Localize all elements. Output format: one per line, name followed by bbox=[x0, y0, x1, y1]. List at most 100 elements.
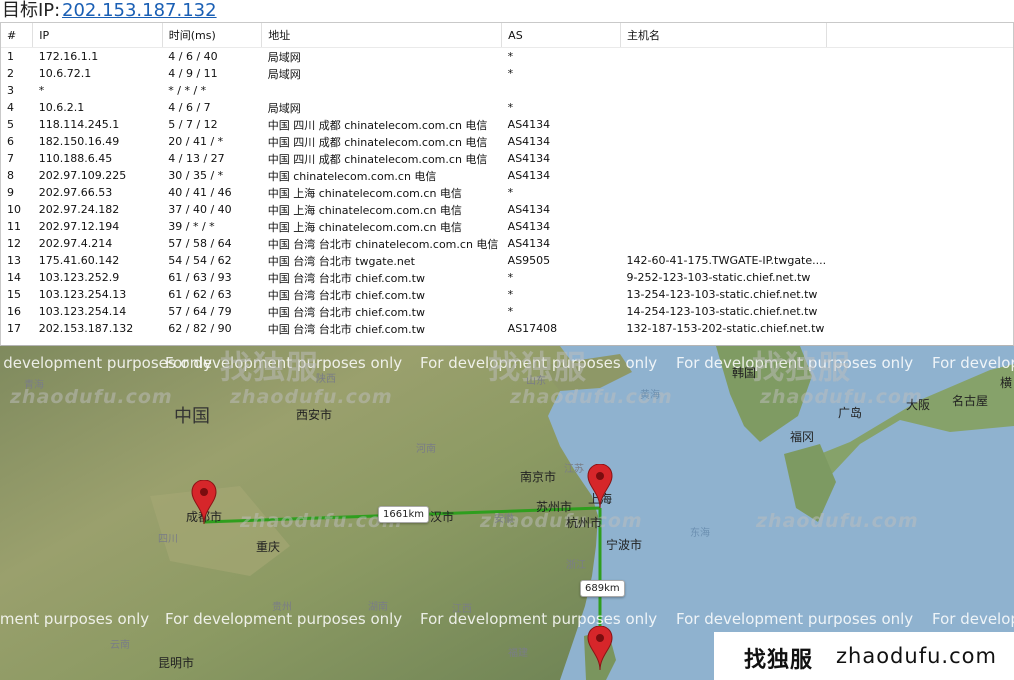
cell-time: 4 / 13 / 27 bbox=[168, 152, 225, 165]
cell-address: 中国 上海 chinatelecom.com.cn 电信 bbox=[267, 203, 462, 217]
table-row[interactable]: 14 103.123.252.9 61 / 63 / 93 中国 台湾 台北市 chi… bbox=[1, 269, 1013, 286]
traceroute-table-panel: # IP 时间(ms) 地址 AS 主机名 1 172.16.1.1 4 / 6 /… bbox=[0, 22, 1014, 346]
target-ip-link[interactable]: 202.153.187.132 bbox=[62, 0, 217, 22]
cell-time: 57 / 58 / 64 bbox=[168, 237, 232, 250]
table-row[interactable]: 10 202.97.24.182 37 / 40 / 40 中国 上海 chinate… bbox=[1, 201, 1013, 218]
cell-hostname bbox=[621, 167, 827, 184]
cell-padding bbox=[826, 286, 1013, 303]
province-label-henan: 河南 bbox=[416, 444, 436, 455]
header: 目标IP: 202.153.187.132 bbox=[0, 0, 1014, 22]
col-header-address[interactable]: 地址 bbox=[261, 23, 503, 48]
table-row[interactable]: 5 118.114.245.1 5 / 7 / 12 中国 四川 成都 chinate… bbox=[1, 116, 1013, 133]
cell-address: 中国 台湾 台北市 chief.com.tw bbox=[267, 305, 425, 319]
sea-label-yellow-sea: 黄海 bbox=[640, 390, 660, 401]
cell-padding bbox=[826, 269, 1013, 286]
cell-as: * bbox=[507, 186, 514, 199]
table-row[interactable]: 15 103.123.254.13 61 / 62 / 63 中国 台湾 台北市 ch… bbox=[1, 286, 1013, 303]
table-row[interactable]: 7 110.188.6.45 4 / 13 / 27 中国 四川 成都 chinate… bbox=[1, 150, 1013, 167]
cell-hop-index: 2 bbox=[7, 67, 14, 80]
province-label-hunan: 湖南 bbox=[368, 602, 388, 613]
table-row[interactable]: 9 202.97.66.53 40 / 41 / 46 中国 上海 chinatele… bbox=[1, 184, 1013, 201]
province-label-anhui: 安徽 bbox=[494, 514, 514, 525]
table-row[interactable]: 16 103.123.254.14 57 / 64 / 79 中国 台湾 台北市 ch… bbox=[1, 303, 1013, 320]
province-label-qinghai: 青海 bbox=[24, 380, 44, 391]
cell-address: 中国 台湾 台北市 twgate.net bbox=[267, 254, 415, 268]
cell-hostname bbox=[621, 150, 827, 167]
cell-padding bbox=[826, 201, 1013, 218]
cell-address: 中国 台湾 台北市 chief.com.tw bbox=[267, 271, 425, 285]
city-label-kunming: 昆明市 bbox=[158, 656, 195, 670]
table-row[interactable]: 2 10.6.72.1 4 / 9 / 11 局域网 * bbox=[1, 65, 1013, 82]
city-label-suzhou: 苏州市 bbox=[536, 500, 573, 514]
logo-watermark: 找独服 bbox=[752, 348, 852, 386]
site-logo-en: zhaodufu.com bbox=[836, 644, 997, 668]
cell-time: 61 / 62 / 63 bbox=[168, 288, 232, 301]
cell-hostname: 9-252-123-103-static.chief.net.tw bbox=[626, 271, 811, 284]
map-pin-taipei[interactable] bbox=[587, 626, 613, 674]
table-row[interactable]: 13 175.41.60.142 54 / 54 / 62 中国 台湾 台北市 twg… bbox=[1, 252, 1013, 269]
cell-as: * bbox=[507, 67, 514, 80]
cell-time: * / * / * bbox=[168, 84, 207, 97]
cell-address bbox=[262, 82, 502, 99]
table-row[interactable]: 3 * * / * / * bbox=[1, 82, 1013, 99]
dev-watermark: For development purposes only bbox=[932, 610, 1014, 628]
col-header-empty bbox=[826, 23, 1013, 48]
col-header-hostname[interactable]: 主机名 bbox=[620, 23, 827, 48]
cell-padding bbox=[826, 65, 1013, 82]
cell-hostname bbox=[621, 116, 827, 133]
cell-padding bbox=[826, 252, 1013, 269]
cell-ip: 202.97.66.53 bbox=[38, 186, 113, 199]
cell-ip: 182.150.16.49 bbox=[38, 135, 120, 148]
cell-hop-index: 1 bbox=[7, 50, 14, 63]
table-row[interactable]: 17 202.153.187.132 62 / 82 / 90 中国 台湾 台北市 c… bbox=[1, 320, 1013, 337]
cell-time: 4 / 6 / 7 bbox=[168, 101, 211, 114]
cell-padding bbox=[826, 82, 1013, 99]
cell-address: 局域网 bbox=[267, 50, 301, 64]
table-row[interactable]: 6 182.150.16.49 20 / 41 / * 中国 四川 成都 chinat… bbox=[1, 133, 1013, 150]
col-header-time[interactable]: 时间(ms) bbox=[162, 23, 263, 48]
cell-time: 39 / * / * bbox=[168, 220, 215, 233]
map-pin-shanghai[interactable] bbox=[587, 464, 613, 512]
cell-hop-index: 12 bbox=[7, 237, 21, 250]
cell-ip: 175.41.60.142 bbox=[38, 254, 120, 267]
dev-watermark: For development purposes only bbox=[0, 610, 150, 628]
cell-ip: 118.114.245.1 bbox=[38, 118, 120, 131]
cell-address: 中国 台湾 台北市 chief.com.tw bbox=[267, 288, 425, 302]
cell-as: * bbox=[507, 288, 514, 301]
cell-hop-index: 14 bbox=[7, 271, 21, 284]
cell-as bbox=[502, 82, 621, 99]
route-map[interactable]: For development purposes only For develo… bbox=[0, 346, 1014, 680]
province-label-guizhou: 贵州 bbox=[272, 602, 292, 613]
map-pin-chengdu[interactable] bbox=[191, 480, 217, 528]
cell-address: 中国 上海 chinatelecom.com.cn 电信 bbox=[267, 186, 462, 200]
table-row[interactable]: 1 172.16.1.1 4 / 6 / 40 局域网 * bbox=[1, 48, 1013, 66]
col-header-as[interactable]: AS bbox=[501, 23, 622, 48]
province-label-jiangsu: 江苏 bbox=[564, 464, 584, 475]
cell-padding bbox=[826, 150, 1013, 167]
cell-hop-index: 9 bbox=[7, 186, 14, 199]
cell-time: 20 / 41 / * bbox=[168, 135, 224, 148]
table-row[interactable]: 11 202.97.12.194 39 / * / * 中国 上海 chinatele… bbox=[1, 218, 1013, 235]
cell-hop-index: 5 bbox=[7, 118, 14, 131]
col-header-index[interactable]: # bbox=[1, 23, 34, 48]
city-label-hiroshima: 广岛 bbox=[838, 406, 863, 420]
cell-as: * bbox=[507, 50, 514, 63]
city-label-nagoya: 名古屋 bbox=[952, 394, 989, 408]
cell-time: 40 / 41 / 46 bbox=[168, 186, 232, 199]
cell-hostname: 142-60-41-175.TWGATE-IP.twgate.... bbox=[626, 254, 827, 267]
cell-time: 37 / 40 / 40 bbox=[168, 203, 232, 216]
province-label-shaanxi: 陕西 bbox=[316, 374, 336, 385]
table-row[interactable]: 4 10.6.2.1 4 / 6 / 7 局域网 * bbox=[1, 99, 1013, 116]
cell-hostname bbox=[621, 133, 827, 150]
country-label: 中国 bbox=[174, 406, 210, 427]
table-row[interactable]: 12 202.97.4.214 57 / 58 / 64 中国 台湾 台北市 chin… bbox=[1, 235, 1013, 252]
cell-ip: 202.97.109.225 bbox=[38, 169, 127, 182]
cell-time: 62 / 82 / 90 bbox=[168, 322, 232, 335]
col-header-ip[interactable]: IP bbox=[32, 23, 163, 48]
cell-address: 中国 四川 成都 chinatelecom.com.cn 电信 bbox=[267, 152, 488, 166]
table-row[interactable]: 8 202.97.109.225 30 / 35 / * 中国 chinateleco… bbox=[1, 167, 1013, 184]
cell-time: 5 / 7 / 12 bbox=[168, 118, 218, 131]
city-label-nanjing: 南京市 bbox=[520, 470, 557, 484]
cell-ip: 10.6.2.1 bbox=[38, 101, 85, 114]
cell-as: AS4134 bbox=[507, 169, 551, 182]
